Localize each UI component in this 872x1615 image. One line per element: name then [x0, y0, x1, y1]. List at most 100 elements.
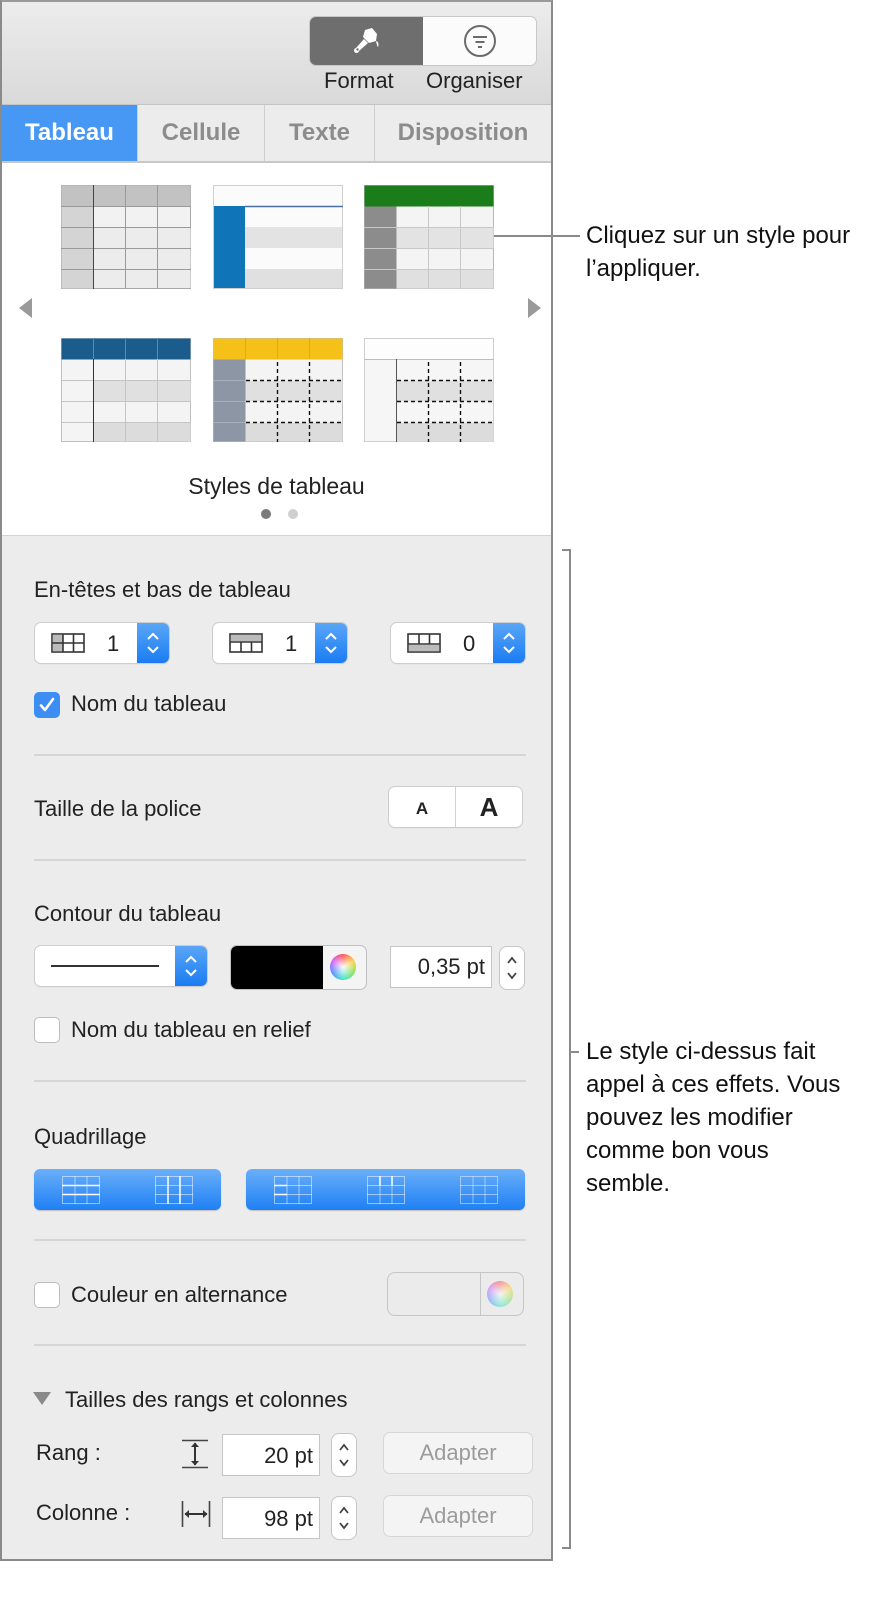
header-row-gridlines-button[interactable] — [246, 1169, 339, 1210]
up-down-chevron-icon — [147, 632, 159, 654]
alternating-color-checkbox[interactable] — [34, 1282, 60, 1308]
header-column-gridlines-icon — [366, 1175, 405, 1204]
table-style-thumbnail-6[interactable] — [364, 338, 494, 442]
increase-font-size-button[interactable]: A — [455, 787, 522, 827]
footer-rows-value: 0 — [463, 631, 476, 656]
footer-rows-stepper[interactable]: 0 — [391, 623, 525, 663]
callout-leader-line — [494, 235, 580, 237]
callout-bracket-bottom — [562, 1547, 571, 1549]
header-column-gridlines-button[interactable] — [339, 1169, 432, 1210]
outline-width-stepper[interactable] — [500, 947, 524, 989]
color-well-separator — [480, 1273, 481, 1315]
outline-style-arrows[interactable] — [175, 946, 207, 986]
outline-color-well[interactable] — [231, 946, 366, 989]
previous-styles-arrow-icon[interactable] — [19, 298, 32, 318]
column-width-icon — [181, 1501, 211, 1527]
header-columns-stepper[interactable]: 1 — [213, 623, 347, 663]
table-name-label: Nom du tableau — [71, 691, 227, 716]
divider — [34, 1080, 526, 1082]
solid-line-preview — [51, 965, 159, 967]
footer-rows-icon — [407, 633, 441, 653]
row-height-label: Rang : — [36, 1440, 101, 1465]
font-size-buttons: A A — [389, 787, 522, 827]
checkmark-icon — [39, 697, 55, 712]
table-style-thumbnail-4[interactable] — [61, 338, 191, 442]
outline-color-swatch[interactable] — [231, 946, 323, 989]
callout-bracket-spine — [569, 549, 571, 1549]
table-style-thumbnail-1[interactable] — [61, 185, 191, 289]
column-width-field[interactable]: 98 pt — [222, 1497, 320, 1539]
tab-disposition[interactable]: Disposition — [375, 105, 551, 161]
table-style-thumbnail-5[interactable] — [213, 338, 343, 442]
headers-footers-title: En-têtes et bas de tableau — [34, 577, 291, 602]
table-name-checkbox[interactable] — [34, 692, 60, 718]
effects-callout: Le style ci-dessus fait appel à ces effe… — [586, 1038, 841, 1197]
footer-gridlines-icon — [459, 1175, 498, 1204]
header-rows-icon — [51, 633, 85, 653]
color-wheel-icon[interactable] — [330, 954, 356, 980]
divider — [34, 1239, 526, 1241]
row-height-field[interactable]: 20 pt — [222, 1434, 320, 1476]
gridlines-title: Quadrillage — [34, 1124, 147, 1149]
filter-icon — [463, 25, 496, 57]
column-width-label: Colonne : — [36, 1500, 131, 1525]
header-columns-arrows[interactable] — [315, 623, 347, 663]
row-height-stepper[interactable] — [332, 1434, 356, 1476]
table-styles-area: Styles de tableau — [2, 163, 551, 536]
format-inspector-panel: Format Organiser Tableau Cellule Texte D… — [0, 0, 553, 1561]
row-height-icon — [182, 1439, 208, 1469]
up-down-chevron-icon — [507, 956, 517, 980]
vertical-gridlines-icon — [155, 1175, 194, 1204]
header-columns-icon — [229, 633, 263, 653]
color-wheel-icon[interactable] — [487, 1281, 513, 1307]
up-down-chevron-icon — [503, 632, 515, 654]
table-styles-title: Styles de tableau — [188, 473, 365, 499]
decrease-font-size-button[interactable]: A — [389, 787, 455, 827]
footer-rows-arrows[interactable] — [493, 623, 525, 663]
row-column-sizes-title[interactable]: Tailles des rangs et colonnes — [65, 1387, 348, 1413]
tab-texte[interactable]: Texte — [265, 105, 375, 161]
header-columns-value: 1 — [285, 631, 298, 656]
outline-width-field[interactable]: 0,35 pt — [390, 946, 492, 988]
format-button[interactable] — [310, 17, 423, 65]
styles-callout: Cliquez sur un style pour l’appliquer. — [586, 222, 851, 282]
tab-cellule[interactable]: Cellule — [138, 105, 265, 161]
callout-bracket-tick — [569, 1051, 579, 1053]
divider — [34, 1344, 526, 1346]
footer-gridlines-button[interactable] — [432, 1169, 525, 1210]
raised-table-name-label: Nom du tableau en relief — [71, 1017, 311, 1042]
format-label: Format — [324, 68, 394, 93]
fit-column-button[interactable]: Adapter — [384, 1496, 532, 1536]
divider — [34, 754, 526, 756]
horizontal-gridlines-button[interactable] — [34, 1169, 128, 1210]
page-dot-1[interactable] — [261, 509, 271, 519]
column-width-stepper[interactable] — [332, 1497, 356, 1539]
table-style-thumbnail-3[interactable] — [364, 185, 494, 289]
alternating-color-label: Couleur en alternance — [71, 1282, 288, 1307]
disclosure-triangle-icon[interactable] — [33, 1392, 51, 1405]
header-row-gridlines-icon — [273, 1175, 312, 1204]
organise-button[interactable] — [423, 17, 536, 65]
fit-row-button[interactable]: Adapter — [384, 1433, 532, 1473]
up-down-chevron-icon — [339, 1506, 349, 1530]
horizontal-gridlines-icon — [61, 1175, 100, 1204]
raised-table-name-checkbox[interactable] — [34, 1017, 60, 1043]
format-organise-switcher — [310, 17, 536, 65]
vertical-gridlines-button[interactable] — [128, 1169, 222, 1210]
header-rows-stepper[interactable]: 1 — [35, 623, 169, 663]
paintbrush-icon — [353, 28, 378, 53]
header-rows-value: 1 — [107, 631, 120, 656]
inspector-toolbar: Format Organiser — [2, 2, 551, 105]
up-down-chevron-icon — [185, 955, 197, 977]
font-size-label: Taille de la police — [34, 796, 202, 821]
header-rows-arrows[interactable] — [137, 623, 169, 663]
next-styles-arrow-icon[interactable] — [528, 298, 541, 318]
up-down-chevron-icon — [339, 1443, 349, 1467]
page-dot-2[interactable] — [288, 509, 298, 519]
gridlines-body-group — [34, 1169, 221, 1210]
alternating-color-well[interactable] — [388, 1273, 523, 1315]
table-style-thumbnail-2[interactable] — [213, 185, 343, 289]
tab-tableau[interactable]: Tableau — [2, 105, 138, 161]
organise-label: Organiser — [426, 68, 523, 93]
outline-style-select[interactable] — [35, 946, 207, 986]
